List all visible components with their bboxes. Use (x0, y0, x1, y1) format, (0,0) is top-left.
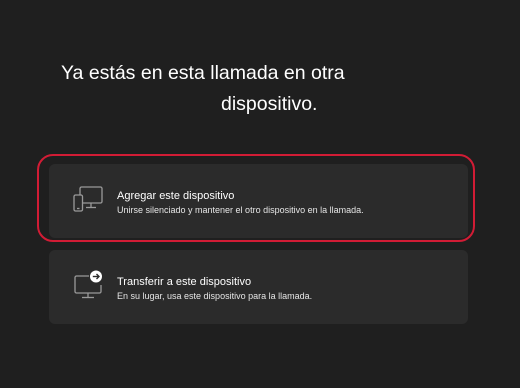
transfer-to-this-device-description: En su lugar, usa este dispositivo para l… (117, 291, 313, 301)
join-call-dialog: Ya estás en esta llamada en otra disposi… (0, 0, 520, 388)
dialog-title-line-2: dispositivo. (221, 93, 318, 115)
add-this-device-option[interactable]: Agregar este dispositivo Unirse silencia… (49, 164, 468, 238)
add-this-device-description: Unirse silenciado y mantener el otro dis… (117, 205, 364, 215)
dialog-title: Ya estás en esta llamada en otra disposi… (30, 58, 460, 120)
add-this-device-title: Agregar este dispositivo (117, 190, 235, 202)
add-device-icon (71, 184, 105, 218)
transfer-to-this-device-title: Transferir a este dispositivo (117, 276, 252, 288)
transfer-to-this-device-option[interactable]: Transferir a este dispositivo En su luga… (49, 250, 468, 324)
transfer-device-icon (71, 270, 105, 304)
dialog-title-line-1: Ya estás en esta llamada en otra (61, 62, 345, 84)
